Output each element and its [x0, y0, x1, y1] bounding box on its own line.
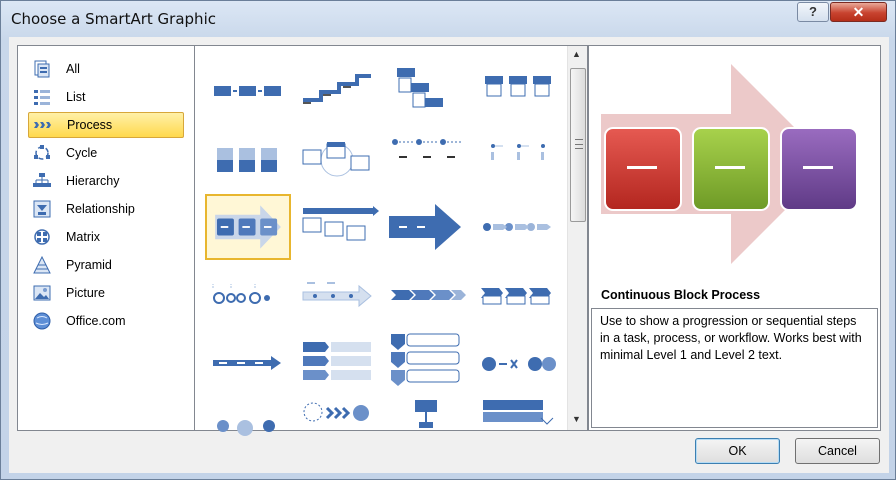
- layout-staggered-process-thumbnail[interactable]: [385, 58, 471, 124]
- category-list-item[interactable]: List: [28, 84, 184, 110]
- dialog-body: All List Process Cycle Hierarchy Relatio…: [9, 37, 889, 473]
- layout-alternating-flow-thumbnail[interactable]: [385, 126, 471, 192]
- cancel-button[interactable]: Cancel: [795, 438, 880, 464]
- layout-continuous-block-process-thumbnail[interactable]: [205, 194, 291, 260]
- category-office-com[interactable]: Office.com: [28, 308, 184, 334]
- layout-upward-arrow-timeline-thumbnail[interactable]: [295, 262, 381, 328]
- layout-process-arrows-thumbnail[interactable]: [475, 126, 561, 192]
- process-icon: [34, 122, 51, 128]
- category-relationship[interactable]: Relationship: [28, 196, 184, 222]
- layout-vertical-process-thumbnail[interactable]: [205, 126, 291, 192]
- layout-vertical-chevron-list-thumbnail[interactable]: [295, 330, 381, 396]
- matrix-icon: [34, 229, 50, 245]
- category-picture[interactable]: Picture: [28, 280, 184, 306]
- category-hierarchy[interactable]: Hierarchy: [28, 168, 184, 194]
- layout-repeating-chevron-thumbnail[interactable]: [295, 398, 381, 464]
- scroll-down-icon[interactable]: ▼: [572, 414, 581, 424]
- category-label: Hierarchy: [66, 174, 120, 188]
- cycle-icon: [34, 145, 50, 160]
- help-icon: ?: [809, 4, 817, 19]
- layout-vertical-arrow-list-thumbnail[interactable]: [385, 330, 471, 396]
- category-matrix[interactable]: Matrix: [28, 224, 184, 250]
- layout-name: Continuous Block Process: [601, 288, 761, 302]
- picture-icon: [33, 285, 51, 301]
- category-label: Process: [67, 118, 113, 132]
- help-button[interactable]: ?: [797, 2, 829, 22]
- layout-preview-image: [601, 64, 858, 264]
- layout-descending-process-thumbnail[interactable]: [475, 398, 561, 464]
- list-icon: [34, 90, 50, 105]
- dialog-window: Choose a SmartArt Graphic ? ✕ All List P…: [0, 0, 896, 480]
- layout-accent-process-thumbnail[interactable]: [475, 58, 561, 124]
- scroll-up-icon[interactable]: ▲: [572, 49, 581, 59]
- layout-description: Use to show a progression or sequential …: [591, 308, 878, 428]
- office-com-icon: [33, 312, 51, 330]
- pyramid-icon: [33, 255, 51, 274]
- layout-basic-chevron-arrow-thumbnail[interactable]: [385, 194, 471, 260]
- category-label: All: [66, 62, 80, 76]
- category-label: List: [66, 90, 86, 104]
- layout-chevron-list-thumbnail[interactable]: [475, 262, 561, 328]
- category-process[interactable]: Process: [28, 112, 184, 138]
- layout-circle-arrow-process-thumbnail[interactable]: [475, 194, 561, 260]
- relationship-icon: [33, 200, 51, 218]
- close-icon: ✕: [852, 4, 865, 20]
- layout-increasing-arrows-process-thumbnail[interactable]: [295, 194, 381, 260]
- close-button[interactable]: ✕: [830, 2, 887, 22]
- layout-basic-process-thumbnail[interactable]: [205, 58, 291, 124]
- layout-gallery: ▲ ▼: [194, 45, 588, 436]
- category-label: Pyramid: [66, 258, 112, 272]
- gallery-scrollbar[interactable]: ▲ ▼: [567, 46, 587, 430]
- layout-circle-process-thumbnail[interactable]: [205, 398, 291, 464]
- all-icon: [34, 60, 50, 78]
- ok-button[interactable]: OK: [695, 438, 780, 464]
- layout-step-up-process-thumbnail[interactable]: [295, 58, 381, 124]
- layout-segmented-process-thumbnail[interactable]: [205, 330, 291, 396]
- layout-vertical-bending-process-thumbnail[interactable]: [385, 398, 471, 464]
- layout-chevron-process-thumbnail[interactable]: [385, 262, 471, 328]
- category-label: Matrix: [66, 230, 101, 244]
- grip-icon: [575, 139, 583, 149]
- category-all[interactable]: All: [28, 56, 184, 82]
- category-label: Relationship: [66, 202, 135, 216]
- layout-circle-accent-timeline-thumbnail[interactable]: [205, 262, 291, 328]
- scrollbar-thumb[interactable]: [570, 68, 586, 222]
- layout-opposing-ideas-thumbnail[interactable]: [475, 330, 561, 396]
- category-pyramid[interactable]: Pyramid: [28, 252, 184, 278]
- preview-pane: Continuous Block Process Use to show a p…: [588, 45, 881, 431]
- category-label: Office.com: [66, 314, 126, 328]
- category-label: Picture: [66, 286, 105, 300]
- title-bar: Choose a SmartArt Graphic ? ✕: [1, 1, 895, 37]
- dialog-title: Choose a SmartArt Graphic: [11, 10, 216, 28]
- category-label: Cycle: [66, 146, 98, 160]
- layout-detailed-process-thumbnail[interactable]: [295, 126, 381, 192]
- category-list: All List Process Cycle Hierarchy Relatio…: [17, 45, 195, 431]
- hierarchy-icon: [33, 173, 51, 187]
- category-cycle[interactable]: Cycle: [28, 140, 184, 166]
